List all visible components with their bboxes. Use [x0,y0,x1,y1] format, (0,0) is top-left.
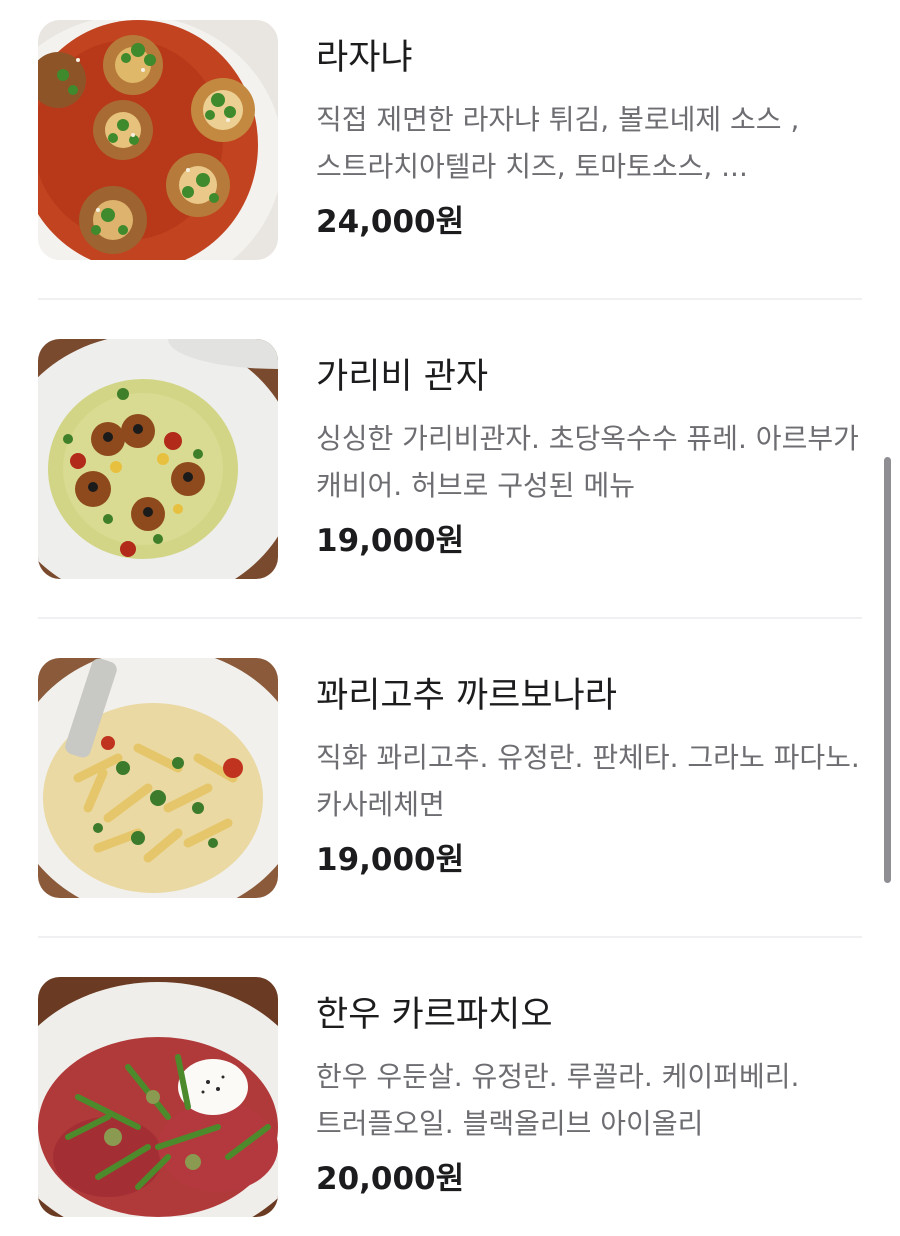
menu-item-price: 24,000원 [316,204,465,240]
menu-item-description: 한우 우둔살. 유정란. 루꼴라. 케이퍼베리. 트러플오일. 블랙올리브 아이… [316,1060,800,1140]
menu-item-photo [38,339,278,579]
item-divider [38,617,862,619]
menu-item-price: 19,000원 [316,842,465,878]
menu-item-scallop[interactable]: 가리비 관자 싱싱한 가리비관자. 초당옥수수 퓨레. 아르부가 캐비어. 허브… [38,339,862,579]
menu-item-photo [38,658,278,898]
menu-item-price: 19,000원 [316,523,465,559]
menu-item-name: 가리비 관자 [316,357,489,397]
menu-item-name: 꽈리고추 까르보나라 [316,676,617,716]
menu-item-description: 싱싱한 가리비관자. 초당옥수수 퓨레. 아르부가 캐비어. 허브로 구성된 메… [316,422,859,502]
vertical-scrollbar[interactable] [884,457,891,883]
menu-item-carpaccio[interactable]: 한우 카르파치오 한우 우둔살. 유정란. 루꼴라. 케이퍼베리. 트러플오일.… [38,977,862,1217]
menu-page: 라자냐 직접 제면한 라자냐 튀김, 볼로네제 소스 , 스트라치아텔라 치즈,… [0,0,900,1236]
menu-item-price: 20,000원 [316,1161,465,1197]
menu-item-name: 라자냐 [316,38,413,78]
lasagna-photo [38,20,278,260]
menu-item-lasagna[interactable]: 라자냐 직접 제면한 라자냐 튀김, 볼로네제 소스 , 스트라치아텔라 치즈,… [38,20,862,260]
menu-item-description: 직접 제면한 라자냐 튀김, 볼로네제 소스 , 스트라치아텔라 치즈, 토마토… [316,103,800,183]
menu-item-carbonara[interactable]: 꽈리고추 까르보나라 직화 꽈리고추. 유정란. 판체타. 그라노 파다노. 카… [38,658,862,898]
menu-item-photo [38,20,278,260]
item-divider [38,936,862,938]
menu-item-description: 직화 꽈리고추. 유정란. 판체타. 그라노 파다노. 카사레체면 [316,741,860,821]
carpaccio-photo [38,977,278,1217]
menu-item-name: 한우 카르파치오 [316,995,553,1035]
carbonara-photo [38,658,278,898]
scallop-photo [38,339,278,579]
menu-item-photo [38,977,278,1217]
item-divider [38,298,862,300]
